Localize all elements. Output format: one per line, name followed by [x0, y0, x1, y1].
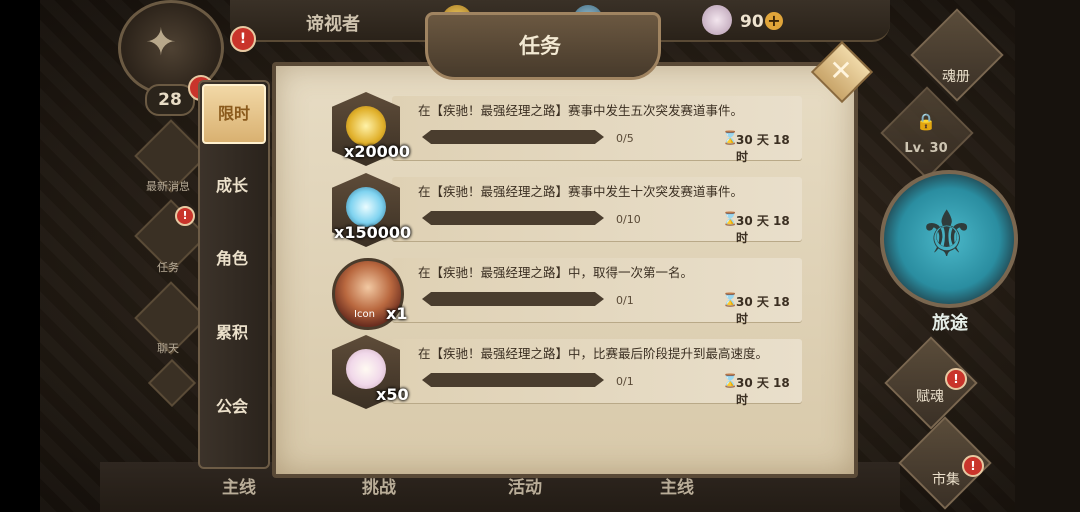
gem-icon	[702, 5, 732, 35]
task-description: 在【疾驰！最强经理之路】中，比赛最后阶段提升到最高速度。	[418, 346, 769, 361]
reward-quantity: x20000	[344, 142, 410, 161]
crystal-gem-icon	[346, 349, 386, 389]
quest-alert-badge: !	[175, 206, 195, 226]
progress-text: 0/10	[616, 213, 641, 226]
task-description: 在【疾驰！最强经理之路】赛事中发生十次突发赛道事件。	[418, 184, 744, 199]
task-description: 在【疾驰！最强经理之路】赛事中发生五次突发赛道事件。	[418, 103, 744, 118]
tab-limited[interactable]: 限时	[202, 84, 266, 144]
reward-quantity: x1	[386, 304, 408, 323]
progress-bar	[422, 211, 604, 225]
journey-label: 旅途	[932, 313, 968, 334]
task-row[interactable]: x50 在【疾驰！最强经理之路】中，比赛最后阶段提升到最高速度。 0/1 ⌛ 3…	[332, 335, 802, 409]
lock-icon: 🔒	[916, 112, 936, 131]
add-gem-button[interactable]: +	[765, 12, 783, 30]
portrait-label: Icon	[354, 309, 375, 320]
time-remaining: 30 天 18 时	[736, 133, 790, 164]
progress-bar	[422, 292, 604, 306]
locked-level-label: Lv. 30	[904, 141, 948, 156]
gem-value: 90	[740, 12, 764, 32]
time-remaining: 30 天 18 时	[736, 214, 790, 245]
progress-text: 0/1	[616, 375, 634, 388]
journey-emblem-icon: ⚜	[918, 198, 976, 272]
alert-badge: !	[230, 26, 256, 52]
market-label: 市集	[932, 472, 960, 488]
tab-guild[interactable]: 公会	[202, 379, 262, 435]
menu-news-label: 最新消息	[146, 180, 190, 193]
reward-quantity: x150000	[334, 223, 412, 242]
progress-bar	[422, 373, 604, 387]
task-row[interactable]: x20000 在【疾驰！最强经理之路】赛事中发生五次突发赛道事件。 0/5 ⌛ …	[332, 92, 802, 166]
menu-chat-label: 聊天	[157, 342, 179, 355]
close-icon: ✕	[829, 54, 853, 87]
tab-cumulative[interactable]: 累积	[202, 305, 262, 361]
progress-text: 0/5	[616, 132, 634, 145]
time-remaining: 30 天 18 时	[736, 376, 790, 407]
progress-text: 0/1	[616, 294, 634, 307]
tab-growth[interactable]: 成长	[202, 158, 262, 214]
player-name: 谛视者	[306, 14, 360, 35]
progress-bar	[422, 130, 604, 144]
task-description: 在【疾驰！最强经理之路】中，取得一次第一名。	[418, 265, 694, 280]
task-row[interactable]: x150000 在【疾驰！最强经理之路】赛事中发生十次突发赛道事件。 0/10 …	[332, 173, 802, 247]
reward-quantity: x50	[376, 385, 409, 404]
soul-orb-icon	[346, 187, 386, 227]
talent-label: 赋魂	[916, 389, 944, 405]
dialog-title: 任务	[519, 34, 561, 58]
task-row[interactable]: Icon x1 在【疾驰！最强经理之路】中，取得一次第一名。 0/1 ⌛ 30 …	[332, 254, 802, 330]
screen-edge	[1015, 0, 1080, 512]
bottom-nav-main[interactable]: 主线	[222, 473, 256, 498]
tab-character[interactable]: 角色	[202, 231, 262, 287]
gold-coin-icon	[346, 106, 386, 146]
emblem-icon: ✦	[145, 20, 177, 64]
soul-book-label: 魂册	[942, 69, 970, 85]
time-remaining: 30 天 18 时	[736, 295, 790, 326]
menu-quest-label: 任务	[157, 261, 179, 274]
